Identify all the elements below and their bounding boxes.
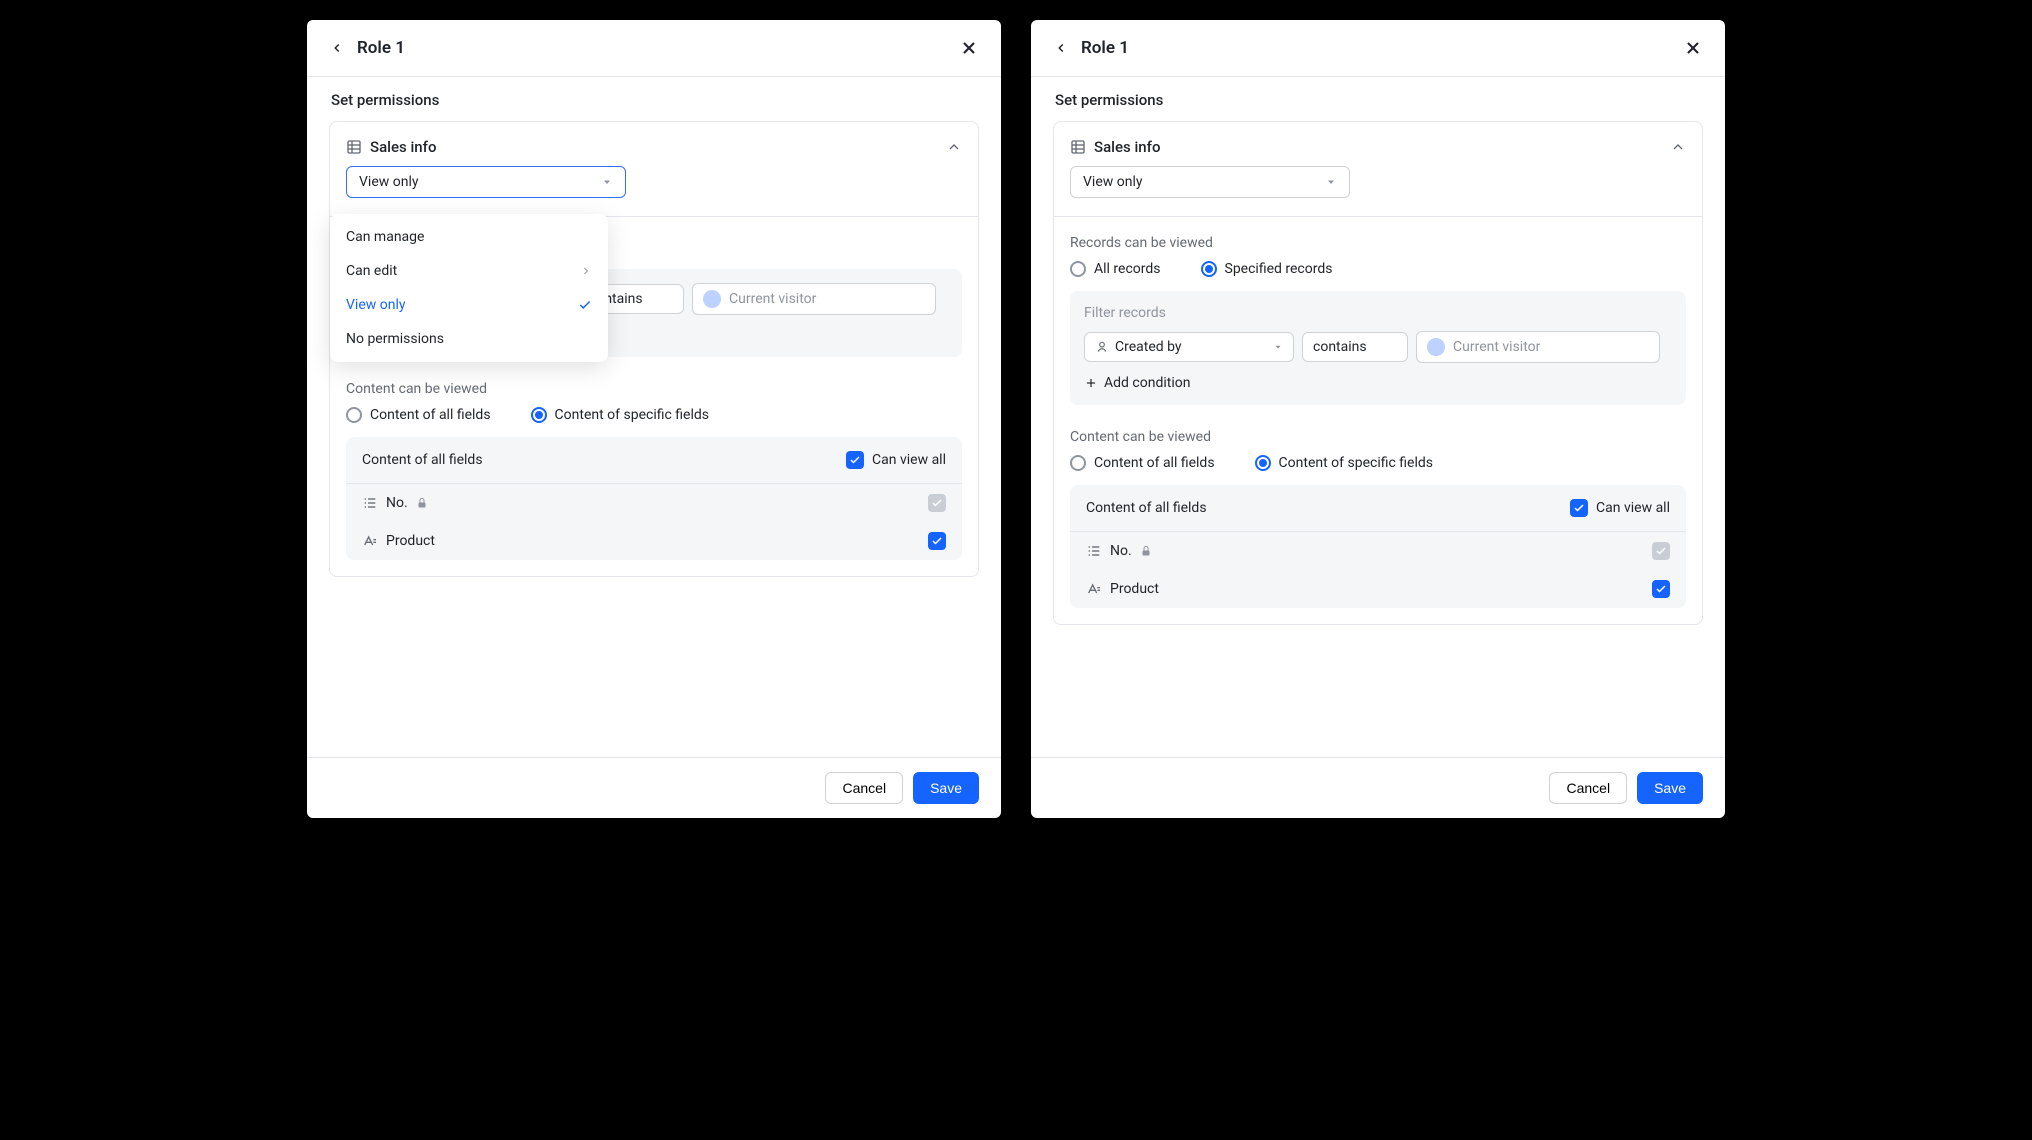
table-icon	[346, 139, 362, 155]
filter-label: Filter records	[1084, 305, 1672, 321]
radio-content-all[interactable]: Content of all fields	[1070, 455, 1215, 471]
checkbox-can-view-all[interactable]	[846, 451, 864, 469]
checkbox-field-product[interactable]	[928, 532, 946, 550]
radio-content-specific[interactable]: Content of specific fields	[531, 407, 709, 423]
checkbox-field-product[interactable]	[1652, 580, 1670, 598]
caret-down-icon	[1273, 342, 1283, 352]
number-field-icon	[362, 495, 378, 511]
save-button[interactable]: Save	[913, 772, 979, 804]
card-title: Sales info	[1094, 138, 1160, 156]
panel-content: Sales info View only Can manage Can edit	[307, 121, 1001, 757]
text-field-icon	[362, 533, 378, 549]
back-icon[interactable]	[327, 38, 347, 58]
collapse-icon[interactable]	[1670, 139, 1686, 155]
content-fields-table: Content of all fields Can view all No.	[1070, 485, 1686, 608]
text-field-icon	[1086, 581, 1102, 597]
radio-all-records[interactable]: All records	[1070, 261, 1161, 277]
permissions-panel-dropdown-open: Role 1 Set permissions Sales info View o…	[307, 20, 1001, 818]
panel-content: Sales info View only Records can be view…	[1031, 121, 1725, 757]
content-radio-row: Content of all fields Content of specifi…	[346, 407, 962, 423]
caret-down-icon	[1325, 176, 1337, 188]
permission-select-value: View only	[359, 174, 418, 190]
records-section-label: Records can be viewed	[1070, 235, 1686, 251]
cancel-button[interactable]: Cancel	[1549, 772, 1627, 804]
radio-specified-records[interactable]: Specified records	[1201, 261, 1333, 277]
panel-header: Role 1	[307, 20, 1001, 77]
permission-select[interactable]: View only	[1070, 166, 1350, 198]
permission-select[interactable]: View only	[346, 166, 626, 198]
field-row-product: Product	[346, 522, 962, 560]
panel-header: Role 1	[1031, 20, 1725, 77]
add-condition-button[interactable]: Add condition	[1084, 375, 1672, 391]
filter-condition-select[interactable]: contains	[1302, 332, 1408, 362]
filter-field-select[interactable]: Created by	[1084, 332, 1294, 362]
radio-content-specific[interactable]: Content of specific fields	[1255, 455, 1433, 471]
checkbox-field-no	[1652, 542, 1670, 560]
checkbox-can-view-all[interactable]	[1570, 499, 1588, 517]
panel-title: Role 1	[357, 38, 957, 58]
cancel-button[interactable]: Cancel	[825, 772, 903, 804]
content-section-label: Content can be viewed	[1070, 429, 1686, 445]
records-radio-row: All records Specified records	[1070, 261, 1686, 277]
field-row-no: No.	[346, 484, 962, 522]
filter-box: Filter records Created by contains	[1070, 291, 1686, 405]
filter-value-input[interactable]: Current visitor	[692, 283, 936, 315]
checkbox-field-no	[928, 494, 946, 512]
permission-dropdown: Can manage Can edit View only No permiss…	[330, 214, 608, 362]
panel-footer: Cancel Save	[1031, 757, 1725, 818]
panel-footer: Cancel Save	[307, 757, 1001, 818]
lock-icon	[1140, 545, 1152, 557]
card-title: Sales info	[370, 138, 436, 156]
dropdown-option-can-manage[interactable]: Can manage	[330, 220, 608, 254]
collapse-icon[interactable]	[946, 139, 962, 155]
close-icon[interactable]	[957, 36, 981, 60]
back-icon[interactable]	[1051, 38, 1071, 58]
dropdown-option-view-only[interactable]: View only	[330, 288, 608, 322]
content-radio-row: Content of all fields Content of specifi…	[1070, 455, 1686, 471]
dropdown-option-no-permissions[interactable]: No permissions	[330, 322, 608, 356]
permission-select-value: View only	[1083, 174, 1142, 190]
filter-value-input[interactable]: Current visitor	[1416, 331, 1660, 363]
permission-card: Sales info View only Can manage Can edit	[329, 121, 979, 577]
avatar-icon	[1427, 338, 1445, 356]
field-row-product: Product	[1070, 570, 1686, 608]
check-icon	[578, 298, 592, 312]
content-fields-table: Content of all fields Can view all No.	[346, 437, 962, 560]
close-icon[interactable]	[1681, 36, 1705, 60]
panel-subtitle: Set permissions	[1031, 77, 1725, 121]
chevron-right-icon	[580, 265, 592, 277]
number-field-icon	[1086, 543, 1102, 559]
table-icon	[1070, 139, 1086, 155]
content-section-label: Content can be viewed	[346, 381, 962, 397]
lock-icon	[416, 497, 428, 509]
permissions-panel: Role 1 Set permissions Sales info View o…	[1031, 20, 1725, 818]
dropdown-option-can-edit[interactable]: Can edit	[330, 254, 608, 288]
panel-subtitle: Set permissions	[307, 77, 1001, 121]
panel-title: Role 1	[1081, 38, 1681, 58]
radio-content-all[interactable]: Content of all fields	[346, 407, 491, 423]
field-row-no: No.	[1070, 532, 1686, 570]
permission-card: Sales info View only Records can be view…	[1053, 121, 1703, 625]
avatar-icon	[703, 290, 721, 308]
caret-down-icon	[601, 176, 613, 188]
save-button[interactable]: Save	[1637, 772, 1703, 804]
content-table-header-label: Content of all fields	[1086, 500, 1207, 516]
content-table-header-label: Content of all fields	[362, 452, 483, 468]
